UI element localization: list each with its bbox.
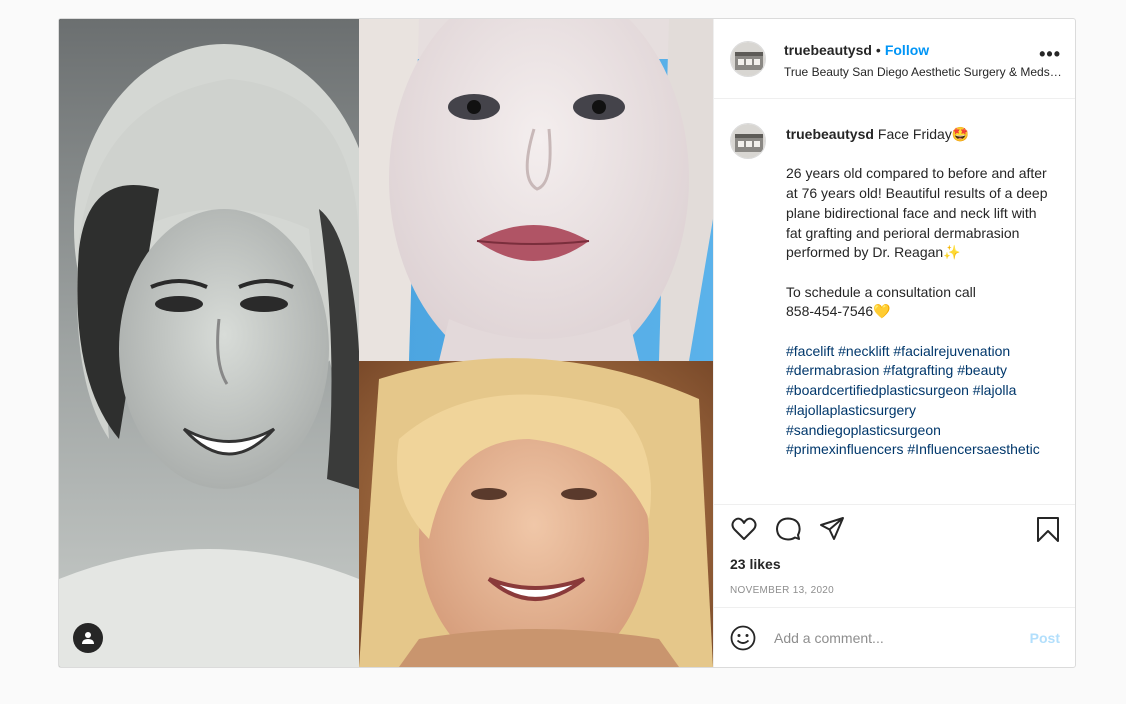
caption-title: Face Friday🤩 xyxy=(877,126,970,142)
hashtag[interactable]: #facialrejuvenation xyxy=(893,343,1010,359)
hashtag[interactable]: #necklift xyxy=(838,343,889,359)
post-date[interactable]: NOVEMBER 13, 2020 xyxy=(730,585,834,596)
after-face-photo xyxy=(359,358,713,667)
caption-avatar[interactable] xyxy=(730,123,766,159)
location-link[interactable]: True Beauty San Diego Aesthetic Surgery … xyxy=(784,65,1062,79)
share-icon[interactable] xyxy=(818,515,846,543)
collage-image xyxy=(59,19,713,667)
avatar-image xyxy=(731,42,765,76)
hashtag[interactable]: #dermabrasion xyxy=(786,362,879,378)
caption-username[interactable]: truebeautysd xyxy=(786,126,874,142)
follow-button[interactable]: Follow xyxy=(885,42,929,58)
more-options-icon[interactable]: ••• xyxy=(1039,45,1061,63)
user-tags-button[interactable] xyxy=(73,623,103,653)
hashtag[interactable]: #lajollaplasticsurgery xyxy=(786,402,916,418)
post-media-collage[interactable] xyxy=(59,19,713,667)
hashtag[interactable]: #Influencersaesthetic xyxy=(907,441,1039,457)
emoji-icon[interactable] xyxy=(730,625,756,651)
post-comment-button[interactable]: Post xyxy=(1030,630,1060,646)
hashtag[interactable]: #facelift xyxy=(786,343,834,359)
older-face-photo xyxy=(359,19,713,379)
bw-portrait xyxy=(59,19,374,667)
heart-icon[interactable] xyxy=(730,515,758,543)
bookmark-icon[interactable] xyxy=(1034,515,1062,543)
action-bar xyxy=(714,505,1075,557)
comment-bar: Post xyxy=(714,607,1075,667)
hashtag[interactable]: #fatgrafting xyxy=(883,362,953,378)
caption-paragraph-2-line-1: To schedule a consultation call xyxy=(786,283,976,300)
likes-count[interactable]: 23 likes xyxy=(730,556,781,572)
comment-icon[interactable] xyxy=(774,515,802,543)
hashtag[interactable]: #primexinfluencers xyxy=(786,441,904,457)
header-names: truebeautysd • Follow True Beauty San Dieg… xyxy=(784,42,1064,79)
hashtag[interactable]: #boardcertifiedplasticsurgeon xyxy=(786,382,969,398)
caption-paragraph-1: 26 years old compared to before and afte… xyxy=(786,165,1048,261)
separator-dot: • xyxy=(875,42,881,58)
hashtag[interactable]: #sandiegoplasticsurgeon xyxy=(786,422,941,438)
post-header: truebeautysd • Follow True Beauty San Dieg… xyxy=(714,19,1075,99)
hashtag[interactable]: #lajolla xyxy=(973,382,1017,398)
hashtag[interactable]: #beauty xyxy=(957,362,1007,378)
avatar-image xyxy=(731,124,765,158)
person-icon xyxy=(82,632,94,644)
instagram-post: truebeautysd • Follow True Beauty San Dieg… xyxy=(58,18,1076,668)
post-sidebar: truebeautysd • Follow True Beauty San Dieg… xyxy=(713,19,1075,667)
profile-avatar[interactable] xyxy=(730,41,766,77)
hashtag-list: #facelift #necklift #facialrejuvenation … xyxy=(786,342,1048,460)
comment-input[interactable] xyxy=(774,626,1014,650)
header-username[interactable]: truebeautysd xyxy=(784,42,872,58)
caption-phone: 858-454-7546💛 xyxy=(786,303,891,320)
caption-text: truebeautysd Face Friday🤩 26 years old co… xyxy=(786,125,1048,480)
caption-section: truebeautysd Face Friday🤩 26 years old co… xyxy=(714,99,1075,505)
